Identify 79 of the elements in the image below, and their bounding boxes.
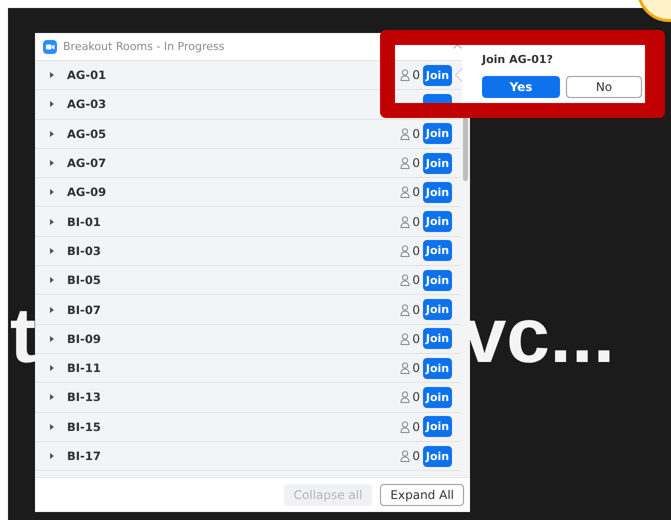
room-row[interactable]: BI-09 0 Join (35, 324, 460, 354)
expand-all-button[interactable]: Expand All (380, 484, 464, 506)
person-icon (400, 186, 410, 198)
person-icon (400, 304, 410, 316)
room-name: BI-09 (67, 332, 102, 346)
join-button[interactable]: Join (423, 446, 452, 466)
participant-count: 0 (412, 390, 420, 404)
room-name: AG-05 (67, 126, 108, 141)
room-name: BI-03 (67, 244, 102, 258)
caret-icon[interactable] (49, 453, 55, 459)
room-name: AG-01 (67, 68, 108, 82)
participant-count: 0 (412, 302, 420, 317)
join-button[interactable]: Join (423, 299, 452, 320)
person-icon (400, 69, 410, 82)
caret-icon[interactable] (49, 306, 55, 313)
caret-icon[interactable] (49, 248, 55, 254)
person-icon (400, 362, 410, 374)
room-row[interactable]: AG-05 0 Join (35, 120, 460, 149)
room-row[interactable]: BI-15 0 Join (35, 412, 460, 442)
background-text: t (10, 296, 36, 374)
caret-icon[interactable] (49, 277, 55, 284)
participant-count: 0 (412, 449, 420, 463)
room-name: AG-07 (67, 156, 108, 170)
room-name: BI-17 (67, 449, 102, 463)
participant-count: 0 (412, 68, 420, 82)
person-icon (400, 244, 410, 257)
join-button[interactable]: Join (423, 182, 452, 203)
popup-question: Join AG-01? (482, 53, 554, 66)
caret-icon[interactable] (49, 365, 55, 372)
person-icon (400, 157, 410, 170)
no-button[interactable]: No (566, 76, 642, 98)
participant-count: 0 (412, 273, 420, 288)
join-button[interactable]: Join (423, 358, 452, 379)
window-title: Breakout Rooms - In Progress (63, 40, 224, 53)
join-button[interactable]: Join (423, 152, 452, 174)
person-icon (400, 274, 410, 286)
chevron-up-icon[interactable] (453, 44, 462, 49)
room-name: BI-15 (67, 420, 102, 434)
yes-button[interactable]: Yes (482, 76, 560, 98)
room-name: BI-13 (67, 390, 102, 404)
caret-icon[interactable] (49, 160, 55, 166)
join-button[interactable]: Join (423, 270, 452, 291)
person-icon (400, 391, 410, 404)
background-text: vc... (463, 296, 615, 374)
caret-icon[interactable] (49, 424, 55, 430)
participant-count: 0 (412, 156, 420, 170)
caret-icon[interactable] (49, 336, 55, 342)
caret-icon[interactable] (49, 218, 55, 225)
participant-count: 0 (412, 126, 420, 141)
room-name: BI-11 (67, 361, 102, 376)
join-button[interactable]: Join (423, 416, 452, 438)
caret-icon[interactable] (49, 101, 55, 108)
room-name: AG-03 (67, 97, 108, 112)
person-icon (400, 420, 410, 433)
caret-icon[interactable] (49, 72, 55, 78)
room-name: BI-05 (67, 273, 102, 288)
caret-icon[interactable] (49, 394, 55, 400)
participant-count: 0 (412, 420, 420, 434)
participant-count: 0 (412, 244, 420, 258)
caret-icon[interactable] (49, 189, 55, 196)
person-icon (400, 332, 410, 345)
room-name: BI-07 (67, 302, 102, 317)
camera-app-icon (43, 40, 57, 54)
join-button[interactable]: Join (423, 240, 452, 262)
room-name: AG-09 (67, 185, 108, 200)
caret-icon[interactable] (49, 130, 55, 137)
participant-count: 0 (412, 332, 420, 346)
person-icon (400, 216, 410, 228)
person-icon (400, 128, 410, 140)
join-button[interactable]: Join (423, 211, 452, 232)
participant-count: 0 (412, 361, 420, 376)
join-button[interactable]: Join (423, 328, 452, 350)
join-button[interactable]: Join (423, 64, 452, 86)
participant-count: 0 (412, 214, 420, 229)
join-button[interactable]: Join (423, 123, 452, 144)
participant-count: 0 (412, 185, 420, 200)
room-name: BI-01 (67, 214, 102, 229)
join-button[interactable]: Join (423, 386, 452, 408)
person-icon (400, 450, 410, 462)
